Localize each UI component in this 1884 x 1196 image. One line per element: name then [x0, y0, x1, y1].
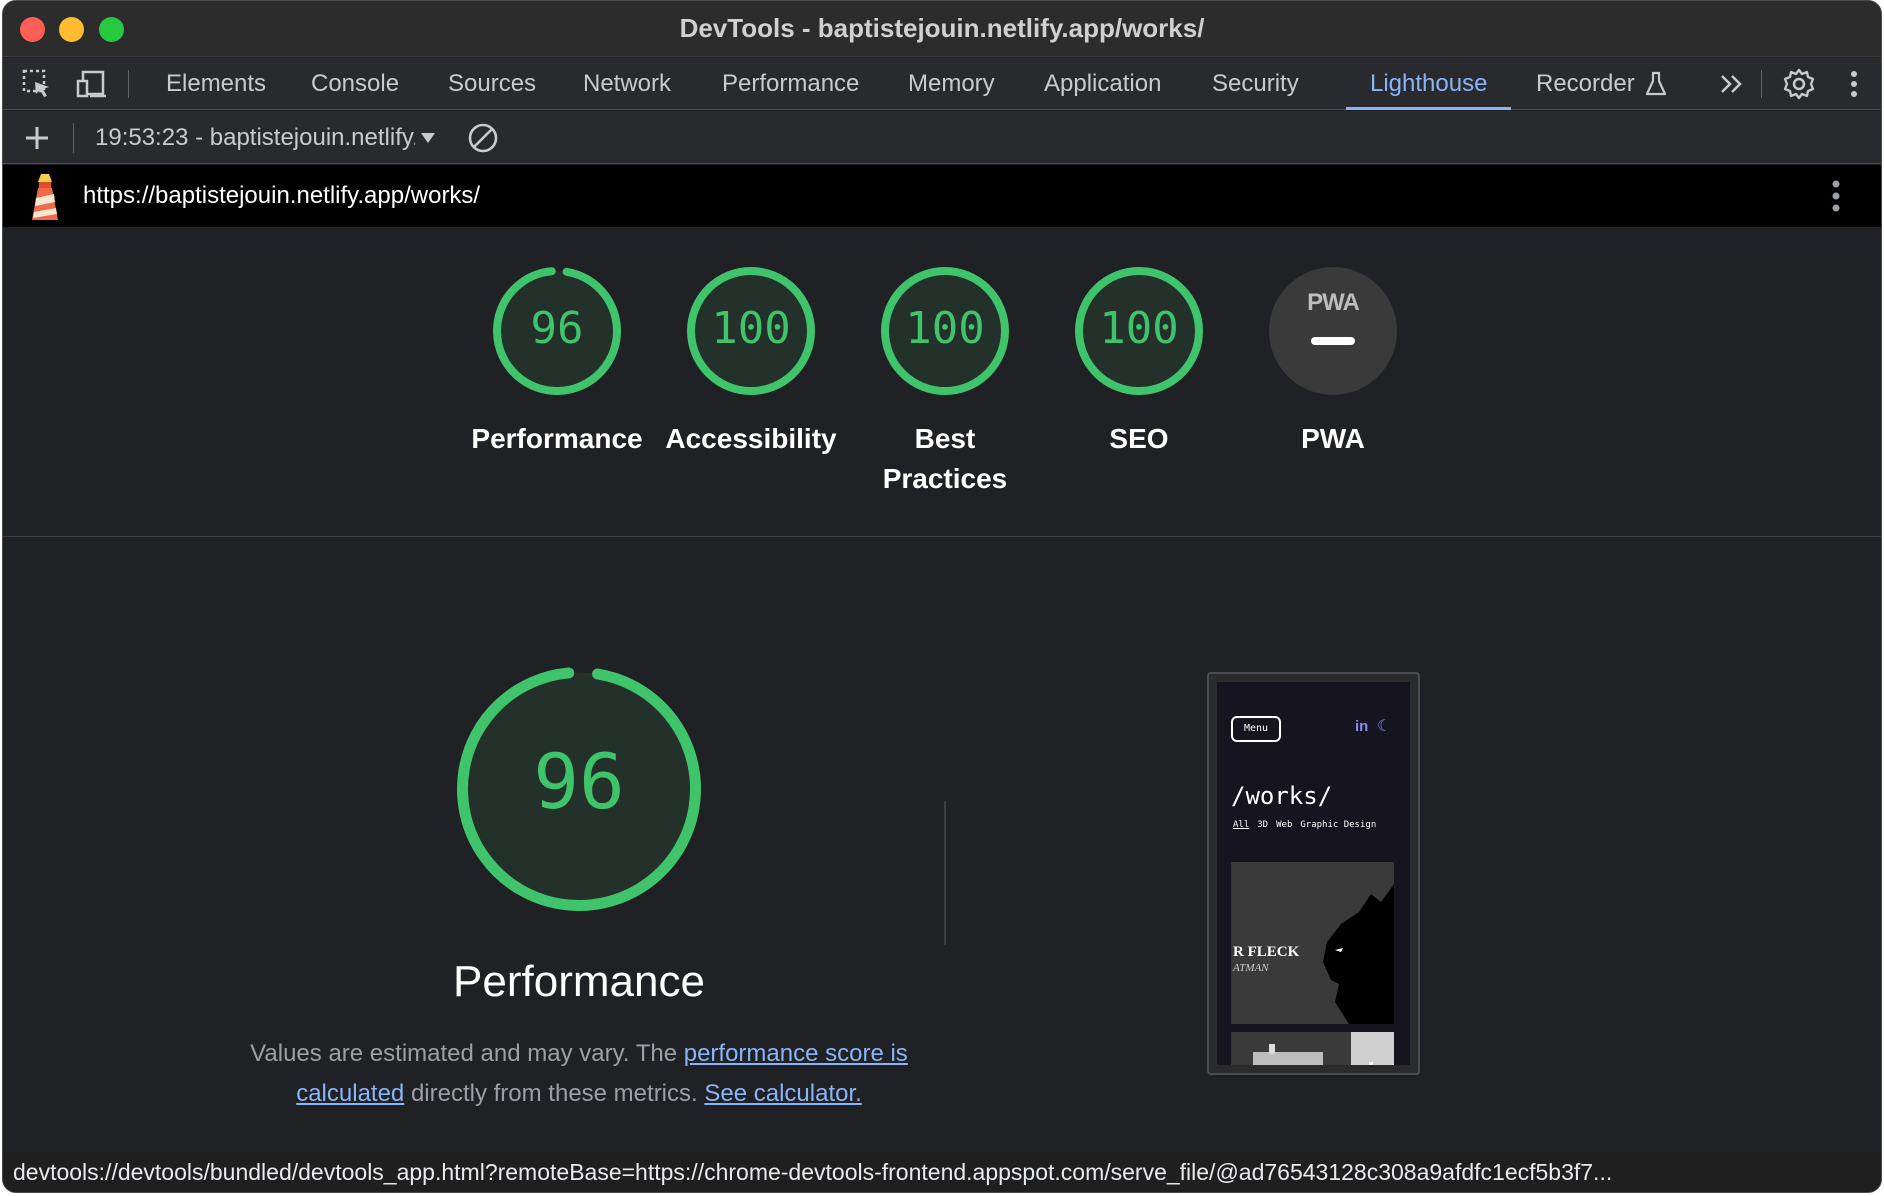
tab-memory[interactable]: Memory	[908, 58, 995, 110]
best-practices-score: 100	[905, 303, 985, 354]
scores-summary: 96 Performance 100 Accessibility 100 Bes…	[3, 227, 1881, 537]
score-pwa[interactable]: PWA PWA	[1243, 267, 1423, 459]
accessibility-gauge: 100	[687, 267, 815, 395]
device-toolbar-icon[interactable]	[73, 58, 113, 110]
best-practices-label: Best Practices	[882, 423, 1008, 494]
inspect-element-icon[interactable]	[17, 58, 57, 110]
thumbnail-card-title: R FLECK	[1233, 944, 1300, 960]
linkedin-icon: in	[1355, 718, 1369, 735]
tab-network[interactable]: Network	[583, 58, 671, 110]
thumbnail-content: Menu in ☾ /works/ All 3D Web Graphic Design…	[1217, 682, 1410, 1065]
thumbnail-filters: All 3D Web Graphic Design	[1233, 820, 1384, 830]
dropdown-triangle-icon[interactable]	[417, 111, 439, 164]
thumbnail-filter: All	[1233, 820, 1250, 830]
thumbnail-project-card: R FLECK ATMAN	[1231, 862, 1394, 1024]
toolbar-divider	[128, 70, 129, 98]
report-url-bar: https://baptistejouin.netlify.app/works/	[3, 165, 1881, 227]
flask-icon	[1643, 58, 1669, 110]
performance-gauge: 96	[493, 267, 621, 395]
accessibility-score: 100	[711, 303, 791, 354]
tab-performance[interactable]: Performance	[722, 58, 859, 110]
status-bar-url: devtools://devtools/bundled/devtools_app…	[3, 1152, 1881, 1192]
settings-gear-icon[interactable]	[1779, 58, 1819, 110]
thumbnail-heading: /works/	[1231, 782, 1333, 810]
moon-icon: ☾	[1377, 718, 1392, 735]
page-screenshot-thumbnail[interactable]: Menu in ☾ /works/ All 3D Web Graphic Design…	[1207, 672, 1420, 1075]
window-title: DevTools - baptistejouin.netlify.app/wor…	[679, 13, 1205, 43]
tab-elements[interactable]: Elements	[166, 58, 266, 110]
score-accessibility[interactable]: 100 Accessibility	[661, 267, 841, 459]
tab-sources[interactable]: Sources	[448, 58, 536, 110]
new-report-plus-icon[interactable]	[19, 111, 55, 164]
performance-description: Values are estimated and may vary. The p…	[239, 1034, 919, 1114]
pwa-badge-text: PWA	[1307, 289, 1360, 316]
tab-security[interactable]: Security	[1212, 58, 1299, 110]
score-best-practices[interactable]: 100 Best Practices	[855, 267, 1035, 499]
report-url[interactable]: https://baptistejouin.netlify.app/works/	[83, 165, 480, 227]
report-menu-icon[interactable]	[1821, 165, 1851, 227]
tab-recorder[interactable]: Recorder	[1536, 58, 1635, 110]
more-tabs-chevron-icon[interactable]	[1715, 58, 1749, 110]
tab-application[interactable]: Application	[1044, 58, 1161, 110]
report-select-dropdown[interactable]: 19:53:23 - baptistejouin.netlify.app	[95, 111, 415, 164]
performance-section-title: Performance	[453, 957, 705, 1006]
performance-desc-middle: directly from these metrics.	[404, 1080, 705, 1107]
toolbar-divider-right	[1761, 70, 1762, 98]
panel-tab-bar: Elements Console Sources Network Perform…	[3, 58, 1881, 110]
seo-gauge: 100	[1075, 267, 1203, 395]
thumbnail-filter: Web	[1276, 820, 1293, 830]
title-bar: DevTools - baptistejouin.netlify.app/wor…	[3, 1, 1881, 57]
tab-lighthouse[interactable]: Lighthouse	[1345, 58, 1512, 110]
thumbnail-card-subtitle: ATMAN	[1233, 962, 1269, 974]
thumbnail-card-image-icon	[1253, 1032, 1394, 1065]
thumbnail-filter: Graphic Design	[1300, 820, 1377, 830]
devtools-window: DevTools - baptistejouin.netlify.app/wor…	[2, 0, 1882, 1193]
thumbnail-menu-button: Menu	[1231, 716, 1281, 742]
seo-label: SEO	[1109, 423, 1169, 454]
accessibility-label: Accessibility	[665, 423, 837, 454]
report-toolbar-divider	[73, 123, 74, 153]
performance-main-score: 96	[533, 737, 625, 826]
performance-label: Performance	[471, 423, 643, 454]
score-performance[interactable]: 96 Performance	[467, 267, 647, 459]
clear-reports-icon[interactable]	[463, 111, 503, 164]
batman-silhouette-icon	[1323, 884, 1394, 1024]
see-calculator-link[interactable]: See calculator.	[704, 1080, 861, 1107]
performance-main-gauge: 96	[457, 667, 701, 911]
score-seo[interactable]: 100 SEO	[1049, 267, 1229, 459]
seo-score: 100	[1099, 303, 1179, 354]
performance-divider	[944, 801, 946, 945]
thumbnail-project-card-2	[1231, 1032, 1394, 1065]
customize-menu-icon[interactable]	[1839, 58, 1869, 110]
best-practices-gauge: 100	[881, 267, 1009, 395]
lighthouse-report-toolbar: 19:53:23 - baptistejouin.netlify.app	[3, 111, 1881, 164]
tab-console[interactable]: Console	[311, 58, 399, 110]
lighthouse-logo-icon	[25, 165, 65, 227]
thumbnail-filter: 3D	[1257, 820, 1269, 830]
pwa-label: PWA	[1301, 423, 1365, 454]
pwa-badge-icon: PWA	[1269, 267, 1397, 395]
pwa-dash-icon	[1311, 337, 1355, 345]
performance-score: 96	[530, 303, 584, 354]
performance-desc-prefix: Values are estimated and may vary. The	[250, 1040, 684, 1067]
